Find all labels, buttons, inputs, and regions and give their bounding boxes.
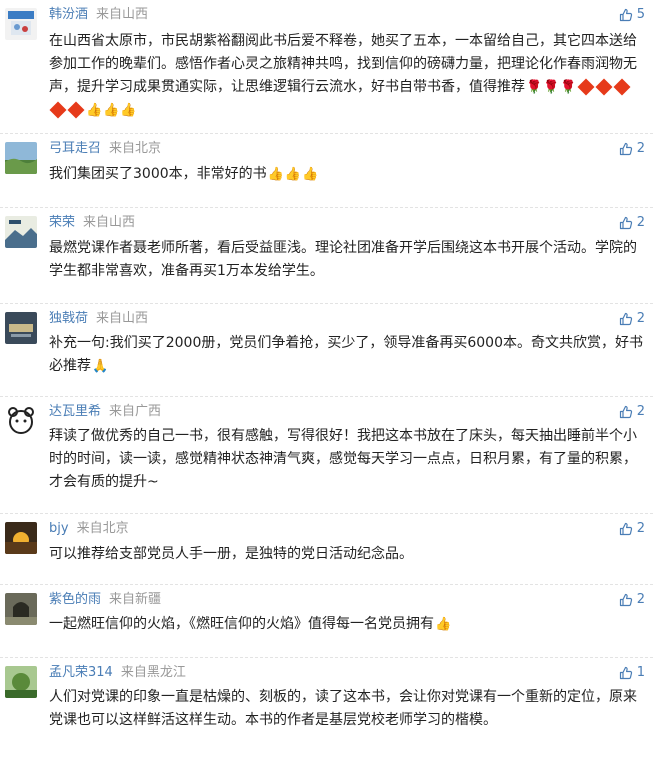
comment-item: 达瓦里希 来自广西 2 拜读了做优秀的自己一书，很有感触，写得很好！我把这本书放在… xyxy=(0,397,653,514)
location: 来自广西 xyxy=(109,404,162,419)
username[interactable]: 弓耳走召 xyxy=(49,141,101,156)
thumbs-up-icon xyxy=(619,8,633,22)
like-count: 2 xyxy=(636,141,645,156)
thumbs-up-icon xyxy=(619,593,633,607)
like-count: 2 xyxy=(636,592,645,607)
comment-text: 人们对党课的印象一直是枯燥的、刻板的，读了这本书，会让你对党课有一个重新的定位，… xyxy=(49,689,637,728)
comment-meta: 达瓦里希 来自广西 xyxy=(49,403,161,421)
comment-item: 韩汾酒 来自山西 5 在山西省太原市，市民胡紫裕翻阅此书后爱不释卷，她买了五本，一… xyxy=(0,0,653,134)
rose-emoji: 🌹 xyxy=(560,80,577,95)
thumbs-up-icon xyxy=(619,666,633,680)
comment-meta: 韩汾酒 来自山西 xyxy=(49,6,148,24)
comment-text: 我们集团买了3000本，非常好的书👍👍👍 xyxy=(49,163,643,186)
comment-item: 荣荣 来自山西 2 最燃党课作者聂老师所著，看后受益匪浅。理论社团准备开学后围绕这… xyxy=(0,208,653,304)
location: 来自山西 xyxy=(96,311,149,326)
like-button[interactable]: 2 xyxy=(619,310,645,328)
username[interactable]: 独戟荷 xyxy=(49,311,88,326)
like-count: 2 xyxy=(636,404,645,419)
comment-item: 弓耳走召 来自北京 2 我们集团买了3000本，非常好的书👍👍👍 xyxy=(0,134,653,208)
fu-emoji xyxy=(613,78,631,96)
rose-emoji: 🌹 xyxy=(543,80,560,95)
like-button[interactable]: 2 xyxy=(619,140,645,158)
thumbs-up-emoji: 👍 xyxy=(120,103,137,118)
comment-meta: 孟凡荣314 来自黑龙江 xyxy=(49,664,186,682)
like-button[interactable]: 2 xyxy=(619,403,645,421)
thumbs-up-icon xyxy=(619,142,633,156)
like-count: 1 xyxy=(636,665,645,680)
location: 来自山西 xyxy=(96,7,149,22)
like-count: 5 xyxy=(636,7,645,22)
fu-emoji xyxy=(67,101,85,119)
comment-text: 可以推荐给支部党员人手一册，是独特的党日活动纪念品。 xyxy=(49,546,413,562)
username[interactable]: 荣荣 xyxy=(49,215,75,230)
username[interactable]: 紫色的雨 xyxy=(49,592,101,607)
thumbs-up-icon xyxy=(619,312,633,326)
like-count: 2 xyxy=(636,521,645,536)
avatar[interactable] xyxy=(5,405,37,437)
fu-emoji xyxy=(595,78,613,96)
comment-item: 独戟荷 来自山西 2 补充一句:我们买了2000册，党员们争着抢，买少了，领导准备… xyxy=(0,304,653,397)
comment-text: 在山西省太原市，市民胡紫裕翻阅此书后爱不释卷，她买了五本，一本留给自己，其它四本… xyxy=(49,30,643,122)
comment-meta: 荣荣 来自山西 xyxy=(49,214,135,232)
location: 来自新疆 xyxy=(109,592,162,607)
thumbs-up-emoji: 👍 xyxy=(435,617,452,632)
thumbs-up-emoji: 👍 xyxy=(284,167,302,182)
comment-item: bjy 来自北京 2 可以推荐给支部党员人手一册，是独特的党日活动纪念品。 xyxy=(0,514,653,585)
avatar[interactable] xyxy=(5,522,37,554)
like-button[interactable]: 5 xyxy=(619,6,645,24)
bow-emoji: 🙏 xyxy=(92,359,109,374)
avatar[interactable] xyxy=(5,593,37,625)
comment-text: 一起燃旺信仰的火焰，《燃旺信仰的火焰》值得每一名党员拥有👍 xyxy=(49,613,643,636)
fu-emoji xyxy=(577,78,595,96)
avatar[interactable] xyxy=(5,666,37,698)
rose-emoji: 🌹 xyxy=(526,80,543,95)
comment-meta: bjy 来自北京 xyxy=(49,520,129,538)
like-count: 2 xyxy=(636,215,645,230)
comment-meta: 紫色的雨 来自新疆 xyxy=(49,591,161,609)
username[interactable]: bjy xyxy=(49,521,69,536)
comment-text: 最燃党课作者聂老师所著，看后受益匪浅。理论社团准备开学后围绕这本书开展个活动。学… xyxy=(49,240,637,279)
username[interactable]: 孟凡荣314 xyxy=(49,665,113,680)
thumbs-up-icon xyxy=(619,216,633,230)
like-button[interactable]: 1 xyxy=(619,664,645,682)
thumbs-up-emoji: 👍 xyxy=(267,167,284,182)
location: 来自山西 xyxy=(83,215,136,230)
comment-list: 韩汾酒 来自山西 5 在山西省太原市，市民胡紫裕翻阅此书后爱不释卷，她买了五本，一… xyxy=(0,0,653,772)
location: 来自黑龙江 xyxy=(120,665,186,680)
fu-emoji xyxy=(49,101,67,119)
avatar[interactable] xyxy=(5,216,37,248)
like-button[interactable]: 2 xyxy=(619,214,645,232)
comment-item: 孟凡荣314 来自黑龙江 1 人们对党课的印象一直是枯燥的、刻板的，读了这本书，会… xyxy=(0,658,653,772)
avatar[interactable] xyxy=(5,142,37,174)
comment-item: 紫色的雨 来自新疆 2 一起燃旺信仰的火焰，《燃旺信仰的火焰》值得每一名党员拥有👍 xyxy=(0,585,653,658)
thumbs-up-icon xyxy=(619,522,633,536)
like-button[interactable]: 2 xyxy=(619,591,645,609)
comment-text: 拜读了做优秀的自己一书，很有感触，写得很好！我把这本书放在了床头，每天抽出睡前半… xyxy=(49,428,637,490)
username[interactable]: 达瓦里希 xyxy=(49,404,101,419)
thumbs-up-emoji: 👍 xyxy=(86,103,103,118)
username[interactable]: 韩汾酒 xyxy=(49,7,88,22)
comment-text: 补充一句:我们买了2000册，党员们争着抢，买少了，领导准备再买6000本。奇文… xyxy=(49,332,643,378)
thumbs-up-emoji: 👍 xyxy=(302,167,319,182)
thumbs-up-icon xyxy=(619,405,633,419)
like-button[interactable]: 2 xyxy=(619,520,645,538)
avatar[interactable] xyxy=(5,312,37,344)
comment-meta: 独戟荷 来自山西 xyxy=(49,310,148,328)
comment-meta: 弓耳走召 来自北京 xyxy=(49,140,161,158)
location: 来自北京 xyxy=(76,521,129,536)
location: 来自北京 xyxy=(109,141,162,156)
like-count: 2 xyxy=(636,311,645,326)
thumbs-up-emoji: 👍 xyxy=(103,103,120,118)
avatar[interactable] xyxy=(5,8,37,40)
